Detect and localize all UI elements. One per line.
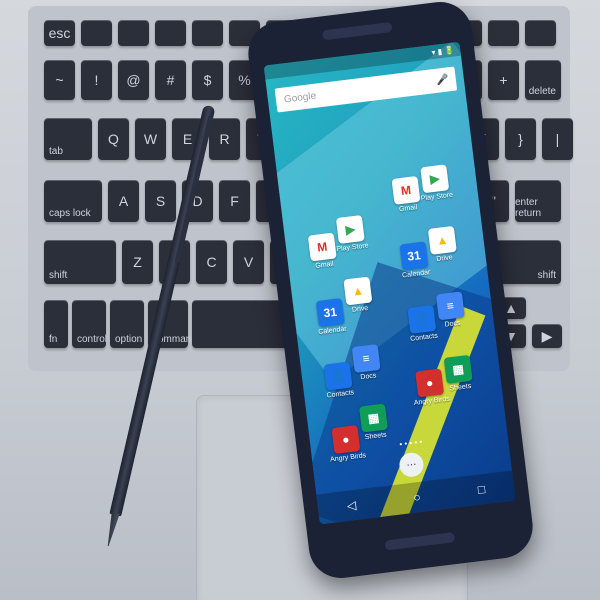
key: # (155, 60, 186, 100)
app-icon-sheets[interactable]: ▦ Sheets (350, 402, 398, 442)
app-icon: ≡ (351, 343, 381, 373)
app-icon: ▦ (443, 354, 473, 384)
enter-key: enter return (515, 180, 561, 222)
app-icon-play-store[interactable]: ▶ Play Store (327, 214, 375, 254)
key: A (108, 180, 139, 222)
app-icon: ▦ (358, 403, 388, 433)
phone-screen[interactable]: ▾ ▮ 🔋 Google 🎤 M Gmail M Gmail ▶ Play Store ▶ P… (263, 41, 516, 525)
key: } (505, 118, 536, 160)
app-icon: ▲ (427, 225, 457, 255)
home-icon[interactable]: ○ (412, 490, 421, 505)
key: C (196, 240, 227, 284)
search-placeholder: Google (283, 90, 317, 106)
key: @ (118, 60, 149, 100)
control-key: control (72, 300, 107, 348)
back-icon[interactable]: ◁ (346, 498, 357, 513)
function-key (525, 20, 556, 46)
app-icon-docs[interactable]: ≡ Docs (343, 343, 391, 383)
app-icon-sheets[interactable]: ▦ Sheets (435, 354, 483, 394)
key: ! (81, 60, 112, 100)
function-key (118, 20, 149, 46)
key: ~ (44, 60, 75, 100)
key: W (135, 118, 166, 160)
app-icon-docs[interactable]: ≡ Docs (427, 290, 475, 330)
key: Z (122, 240, 153, 284)
arrow-right-key: ▶ (532, 324, 562, 348)
delete-key: delete (525, 60, 561, 100)
recents-icon[interactable]: □ (477, 482, 486, 497)
photo-scene: esc~!@#$%^&*()—+deletetabQWERTYUIOP{}|ca… (0, 0, 600, 600)
function-key (192, 20, 223, 46)
app-icon-drive[interactable]: ▲ Drive (334, 275, 382, 315)
status-icons: ▾ ▮ 🔋 (430, 44, 455, 57)
mic-icon[interactable]: 🎤 (436, 74, 450, 86)
tab-key: tab (44, 118, 92, 160)
key: $ (192, 60, 223, 100)
pen-tip (104, 512, 119, 547)
function-key (155, 20, 186, 46)
key: F (219, 180, 250, 222)
app-icon: ▲ (343, 276, 373, 306)
function-key: esc (44, 20, 75, 46)
key: V (233, 240, 264, 284)
shift-key: shift (44, 240, 116, 284)
app-icon-drive[interactable]: ▲ Drive (419, 225, 467, 265)
key: + (488, 60, 519, 100)
key: | (542, 118, 573, 160)
option-key: option (110, 300, 144, 348)
app-icon: ≡ (435, 291, 465, 321)
phone-speaker-bottom (384, 532, 456, 551)
app-icon: ▶ (335, 214, 365, 244)
fn-key: fn (44, 300, 68, 348)
app-icon: ▶ (420, 164, 450, 194)
caps-lock-key: caps lock (44, 180, 102, 222)
key: S (145, 180, 176, 222)
phone-speaker-top (321, 21, 393, 41)
app-icon-play-store[interactable]: ▶ Play Store (411, 163, 459, 203)
function-key (81, 20, 112, 46)
function-key (488, 20, 519, 46)
key: Q (98, 118, 129, 160)
